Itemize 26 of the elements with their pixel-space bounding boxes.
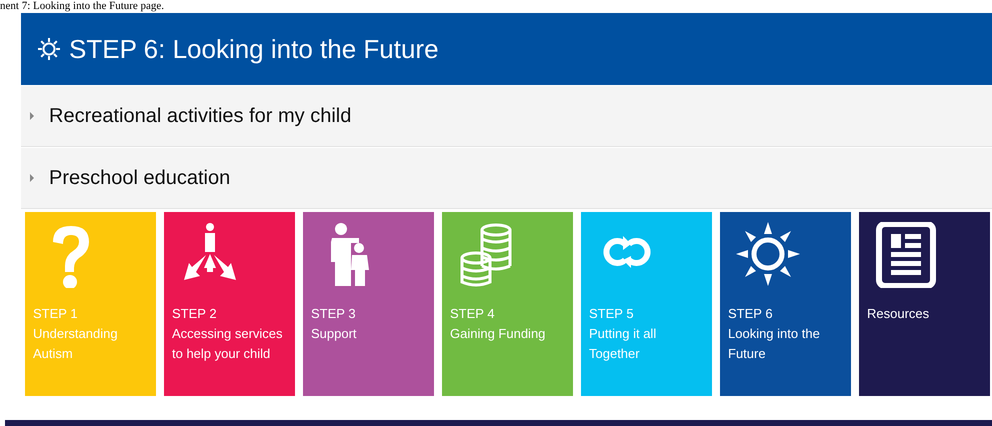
step-number: STEP 2 [172, 305, 218, 323]
step-title: Understanding Autism [33, 325, 119, 363]
step-title: Support [311, 325, 358, 343]
step-title: Putting it all Together [589, 325, 658, 363]
sun-icon [37, 37, 61, 61]
step-tile[interactable]: STEP 2 Accessing services to help your child [164, 212, 295, 396]
step-number: STEP 3 [311, 305, 357, 323]
step-title: Accessing services to help your child [172, 325, 284, 363]
step-tile[interactable]: STEP 6 Looking into the Future [720, 212, 851, 396]
step-number: STEP 1 [33, 305, 79, 323]
step-title: Resources [867, 305, 930, 323]
sun-icon [736, 222, 800, 288]
step-tile[interactable]: STEP 3 Support [303, 212, 434, 396]
document-icon [875, 222, 939, 288]
accordion-item[interactable]: Preschool education [21, 148, 992, 209]
accordion-item[interactable]: Recreational activities for my child [21, 86, 992, 147]
step-number: STEP 5 [589, 305, 635, 323]
step-tile[interactable]: Resources [859, 212, 990, 396]
step-number: STEP 6 [728, 305, 774, 323]
caption-text: nent 7: Looking into the Future page. [0, 0, 166, 13]
caret-icon [29, 174, 35, 182]
page-title: STEP 6: Looking into the Future [69, 32, 439, 66]
caret-icon [29, 112, 35, 120]
step-title: Looking into the Future [728, 325, 821, 363]
step-number: STEP 4 [450, 305, 496, 323]
step-title: Gaining Funding [450, 325, 546, 343]
